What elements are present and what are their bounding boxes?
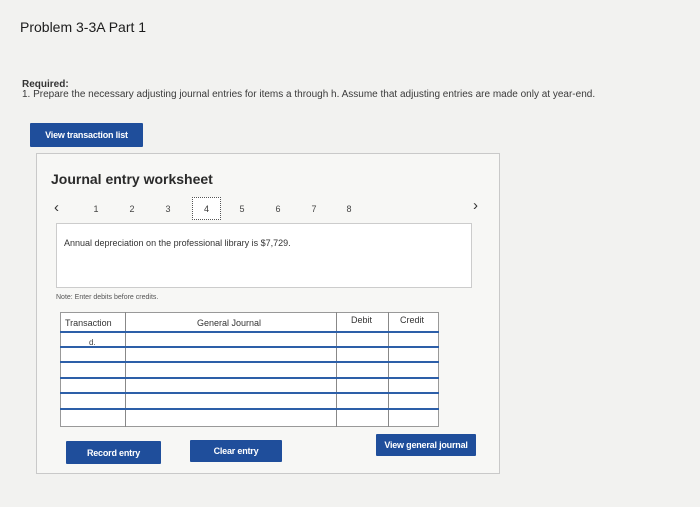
account-input[interactable] [127, 333, 335, 348]
entry-note: Note: Enter debits before credits. [56, 294, 159, 301]
credit-input[interactable] [389, 348, 438, 363]
page-tab-7[interactable]: 7 [308, 204, 320, 214]
debit-input[interactable] [337, 348, 387, 363]
account-input[interactable] [127, 348, 335, 363]
credit-input[interactable] [389, 394, 438, 409]
account-input[interactable] [127, 410, 335, 425]
page-tab-2[interactable]: 2 [126, 204, 138, 214]
page-tab-8[interactable]: 8 [343, 204, 355, 214]
account-input[interactable] [127, 363, 335, 378]
transaction-description: Annual depreciation on the professional … [64, 238, 291, 248]
debit-input[interactable] [337, 394, 387, 409]
credit-input[interactable] [389, 379, 438, 394]
header-debit: Debit [351, 315, 373, 325]
header-credit: Credit [400, 315, 425, 325]
worksheet-title: Journal entry worksheet [51, 171, 213, 187]
view-transaction-list-button[interactable]: View transaction list [30, 123, 143, 147]
debit-input[interactable] [337, 333, 387, 348]
header-general-journal: General Journal [197, 318, 262, 328]
page-tab-1[interactable]: 1 [90, 204, 102, 214]
transaction-cell: d. [89, 338, 96, 347]
page-tab-3[interactable]: 3 [162, 204, 174, 214]
header-transaction: Transaction [65, 318, 112, 328]
debit-input[interactable] [337, 363, 387, 378]
page-tab-5[interactable]: 5 [236, 204, 248, 214]
page-tab-4-active[interactable]: 4 [192, 197, 221, 220]
required-instructions: 1. Prepare the necessary adjusting journ… [22, 89, 596, 100]
account-input[interactable] [127, 379, 335, 394]
debit-input[interactable] [337, 379, 387, 394]
chevron-right-icon[interactable]: › [473, 197, 478, 214]
chevron-left-icon[interactable]: ‹ [54, 199, 59, 216]
account-input[interactable] [127, 394, 335, 409]
view-general-journal-button[interactable]: View general journal [376, 434, 476, 456]
record-entry-button[interactable]: Record entry [66, 441, 161, 464]
clear-entry-button[interactable]: Clear entry [190, 440, 282, 462]
credit-input[interactable] [389, 410, 438, 425]
credit-input[interactable] [389, 363, 438, 378]
debit-input[interactable] [337, 410, 387, 425]
transaction-description-box [56, 223, 472, 288]
page-title: Problem 3-3A Part 1 [20, 19, 147, 35]
credit-input[interactable] [389, 333, 438, 348]
page-tab-6[interactable]: 6 [272, 204, 284, 214]
